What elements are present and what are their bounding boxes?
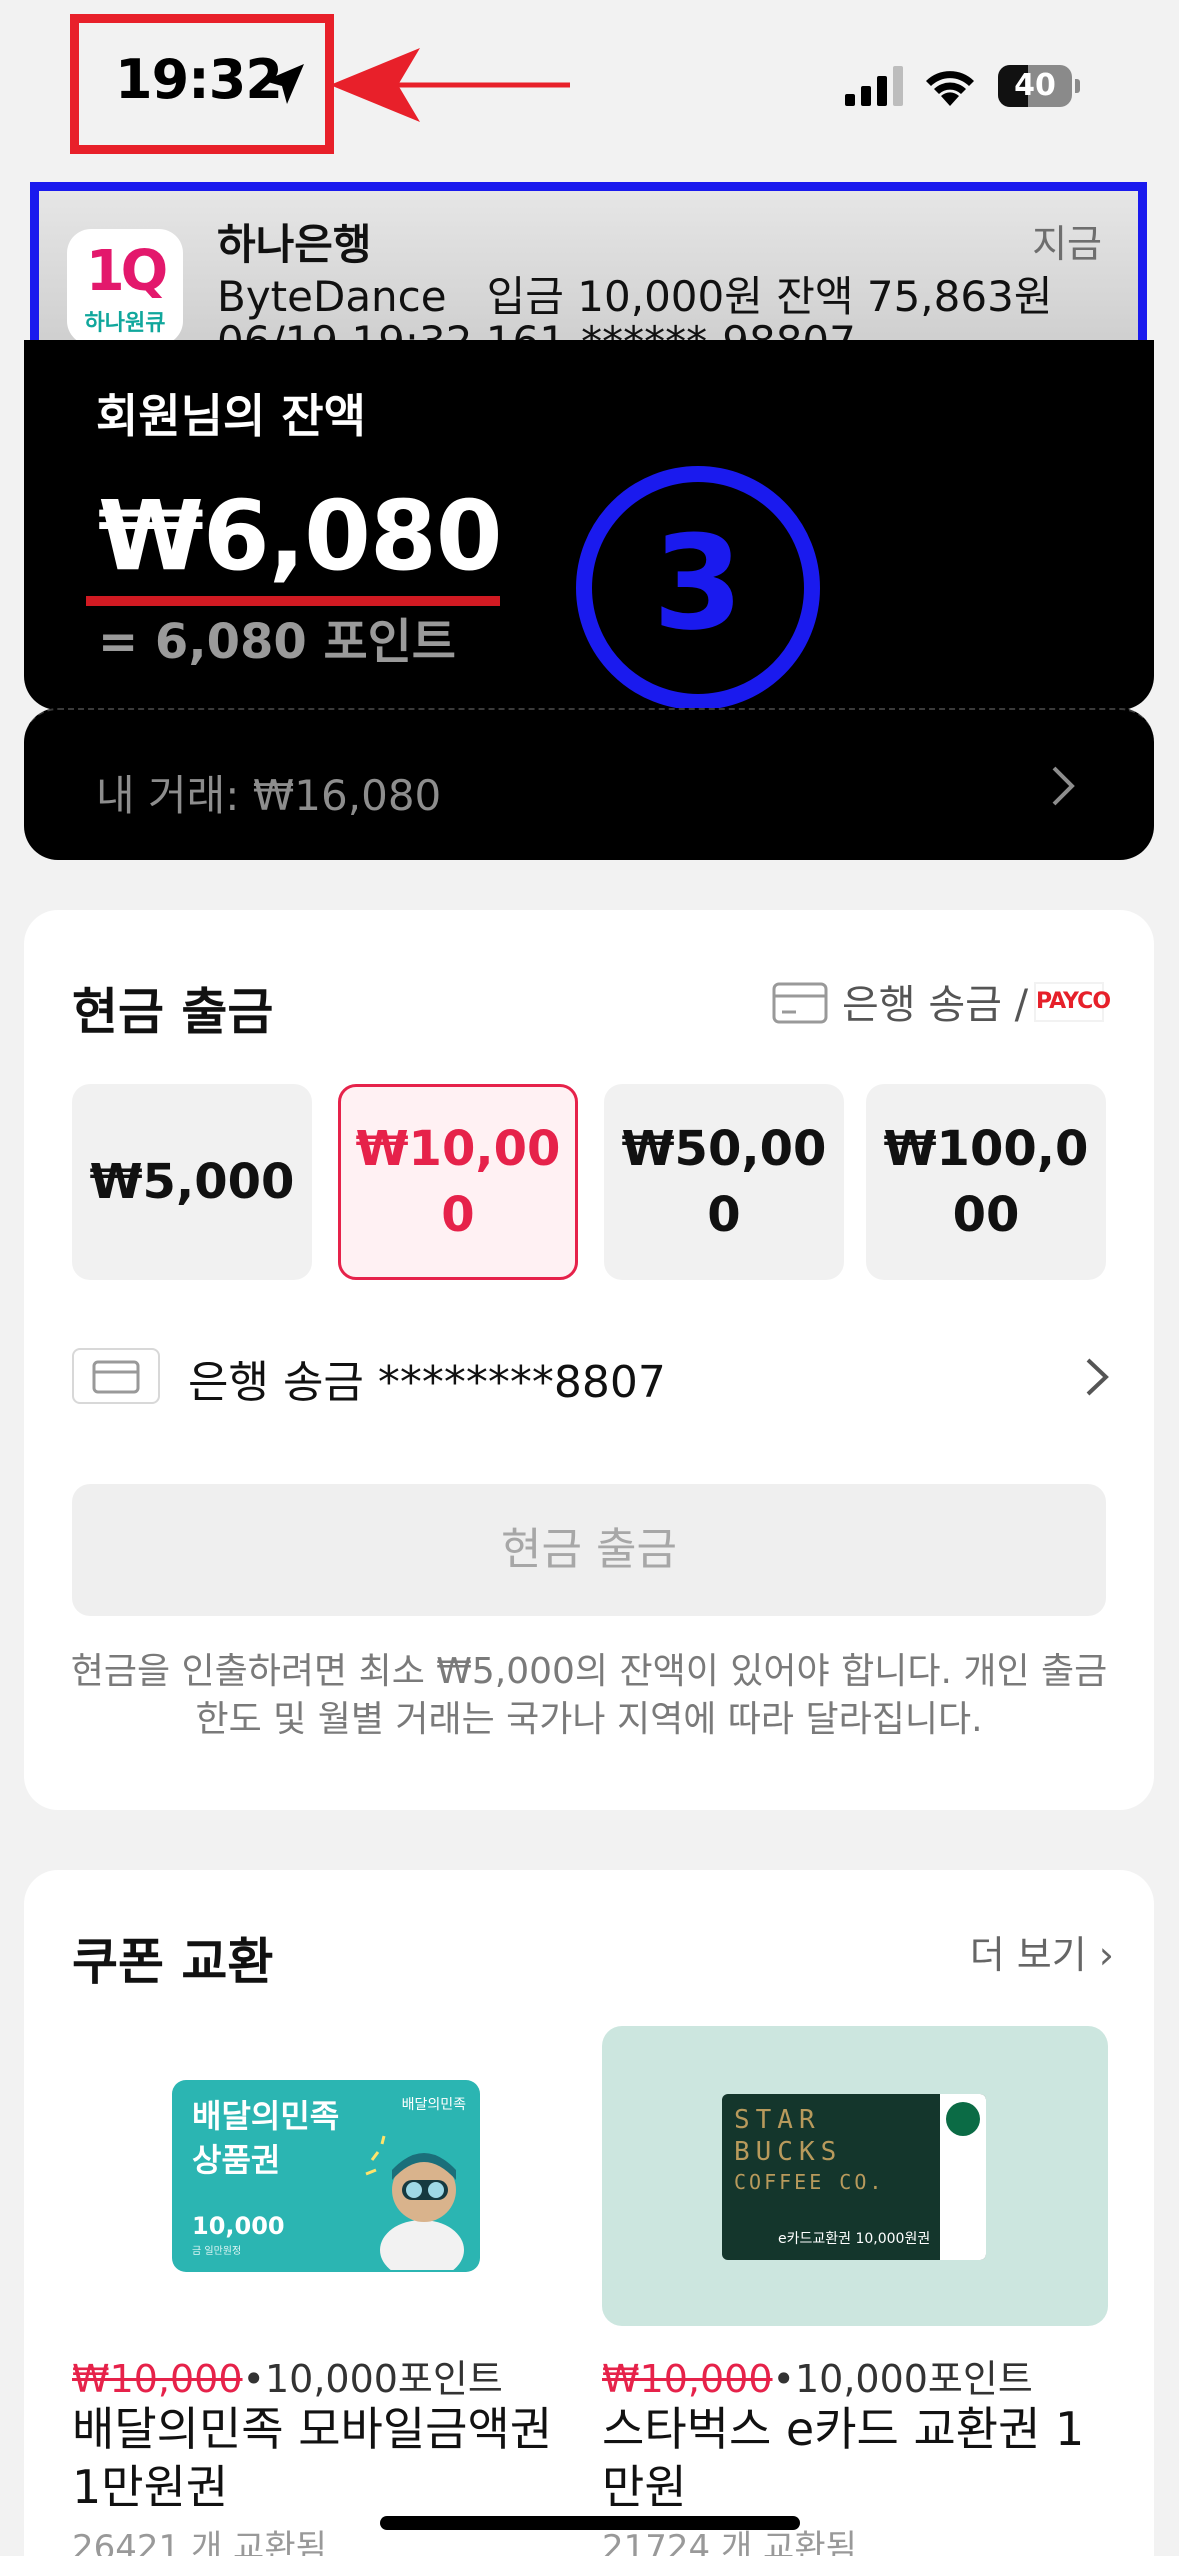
cash-withdrawal-card: 현금 출금 은행 송금 / PAYCO ₩5,000 ₩10,000 ₩50,0…	[24, 910, 1154, 1810]
see-more-link[interactable]: 더 보기 ›	[970, 1924, 1114, 1979]
hana-logo-caption: 하나원큐	[84, 311, 166, 336]
baemin-card-value: 10,000	[192, 2212, 285, 2240]
coupon-price: ₩10,000•10,000포인트	[72, 2348, 503, 2403]
circled-number-annotation: 3	[576, 466, 820, 710]
location-arrow-icon	[264, 64, 304, 104]
price-separator: •	[242, 2357, 265, 2401]
hana-logo: 1Q	[85, 239, 169, 304]
baemin-card-title: 배달의민족 상품권	[192, 2097, 340, 2179]
bank-transfer-method[interactable]: 은행 송금 /	[842, 972, 1028, 1030]
starbucks-card-title: STAR BUCKS	[734, 2105, 843, 2167]
withdrawal-notice: 현금을 인출하려면 최소 ₩5,000의 잔액이 있어야 합니다. 개인 출금 …	[70, 1651, 1108, 1740]
battery-icon: 40	[998, 65, 1080, 107]
bank-account-card-icon	[72, 1348, 160, 1404]
notification-time: 지금	[1032, 222, 1102, 266]
baemin-card-sub: 금 일만원정	[192, 2246, 242, 2257]
starbucks-card-value: e카드교환권 10,000원권	[778, 2231, 931, 2247]
coupon-exchange-title: 쿠폰 교환	[72, 1933, 274, 1991]
starbucks-card-sub: COFFEE CO.	[734, 2170, 885, 2194]
circled-number: 3	[653, 507, 743, 659]
chevron-right-icon	[1052, 766, 1075, 806]
chevron-right-icon[interactable]	[1084, 1356, 1110, 1398]
home-indicator[interactable]	[380, 2516, 800, 2530]
coupon-name[interactable]: 배달의민족 모바일금액권 1만원권	[72, 2400, 572, 2516]
status-bar: 19:32 40	[0, 0, 1179, 170]
coupon-name[interactable]: 스타벅스 e카드 교환권 1만원	[602, 2400, 1102, 2516]
bank-card-icon	[772, 982, 828, 1024]
hana-bank-app-icon: 1Q 하나원큐	[67, 229, 183, 345]
status-time: 19:32	[115, 48, 283, 111]
amount-option-100000[interactable]: ₩100,000	[866, 1084, 1106, 1280]
my-transactions-label: 내 거래: ₩16,080	[96, 771, 442, 820]
amount-option-10000[interactable]: ₩10,000	[338, 1084, 578, 1280]
price-separator: •	[772, 2357, 795, 2401]
points-price: 10,000포인트	[794, 2357, 1033, 2401]
balance-points: = 6,080 포인트	[98, 614, 456, 670]
balance-label: 회원님의 잔액	[96, 389, 366, 443]
balance-amount: ₩6,080	[98, 480, 503, 592]
amount-option-5000[interactable]: ₩5,000	[72, 1084, 312, 1280]
see-more-label: 더 보기	[969, 1933, 1087, 1977]
coupon-exchange-card: 쿠폰 교환 더 보기 › 배달의민족 상품권 배달의민족 10,000 금 일만…	[24, 1870, 1154, 2556]
balance-card: 회원님의 잔액 ₩6,080 = 6,080 포인트 3	[24, 340, 1154, 710]
starbucks-gift-card: STAR BUCKS COFFEE CO. e카드교환권 10,000원권	[722, 2094, 986, 2260]
wifi-icon	[926, 71, 974, 106]
points-price: 10,000포인트	[264, 2357, 503, 2401]
notification-message-line1: ByteDance 입금 10,000원 잔액 75,863원	[217, 272, 1053, 321]
my-transactions-row[interactable]: 내 거래: ₩16,080	[24, 708, 1154, 860]
starbucks-coupon-image[interactable]: STAR BUCKS COFFEE CO. e카드교환권 10,000원권	[602, 2026, 1108, 2326]
cash-withdraw-button[interactable]: 현금 출금	[72, 1484, 1106, 1616]
red-arrow-annotation	[330, 48, 570, 122]
baemin-character-illustration	[365, 2135, 464, 2270]
baemin-card-brand: 배달의민족	[401, 2097, 466, 2113]
chevron-right-icon: ›	[1098, 1933, 1114, 1977]
coupon-price: ₩10,000•10,000포인트	[602, 2348, 1033, 2403]
original-price: ₩10,000	[602, 2357, 773, 2401]
original-price: ₩10,000	[72, 2357, 243, 2401]
payco-logo[interactable]: PAYCO	[1034, 982, 1111, 1022]
battery-level: 40	[1014, 68, 1056, 103]
cash-withdrawal-title: 현금 출금	[72, 983, 274, 1041]
amount-option-50000[interactable]: ₩50,000	[604, 1084, 844, 1280]
starbucks-logo-icon	[946, 2102, 980, 2136]
cellular-signal-icon	[845, 66, 903, 106]
baemin-gift-card: 배달의민족 상품권 배달의민족 10,000 금 일만원정	[172, 2080, 480, 2272]
exchange-count: 26421 개 교환됨	[72, 2528, 327, 2556]
bank-account-row[interactable]: 은행 송금 ********8807	[188, 1346, 666, 1410]
baemin-coupon-image[interactable]: 배달의민족 상품권 배달의민족 10,000 금 일만원정	[72, 2026, 578, 2326]
